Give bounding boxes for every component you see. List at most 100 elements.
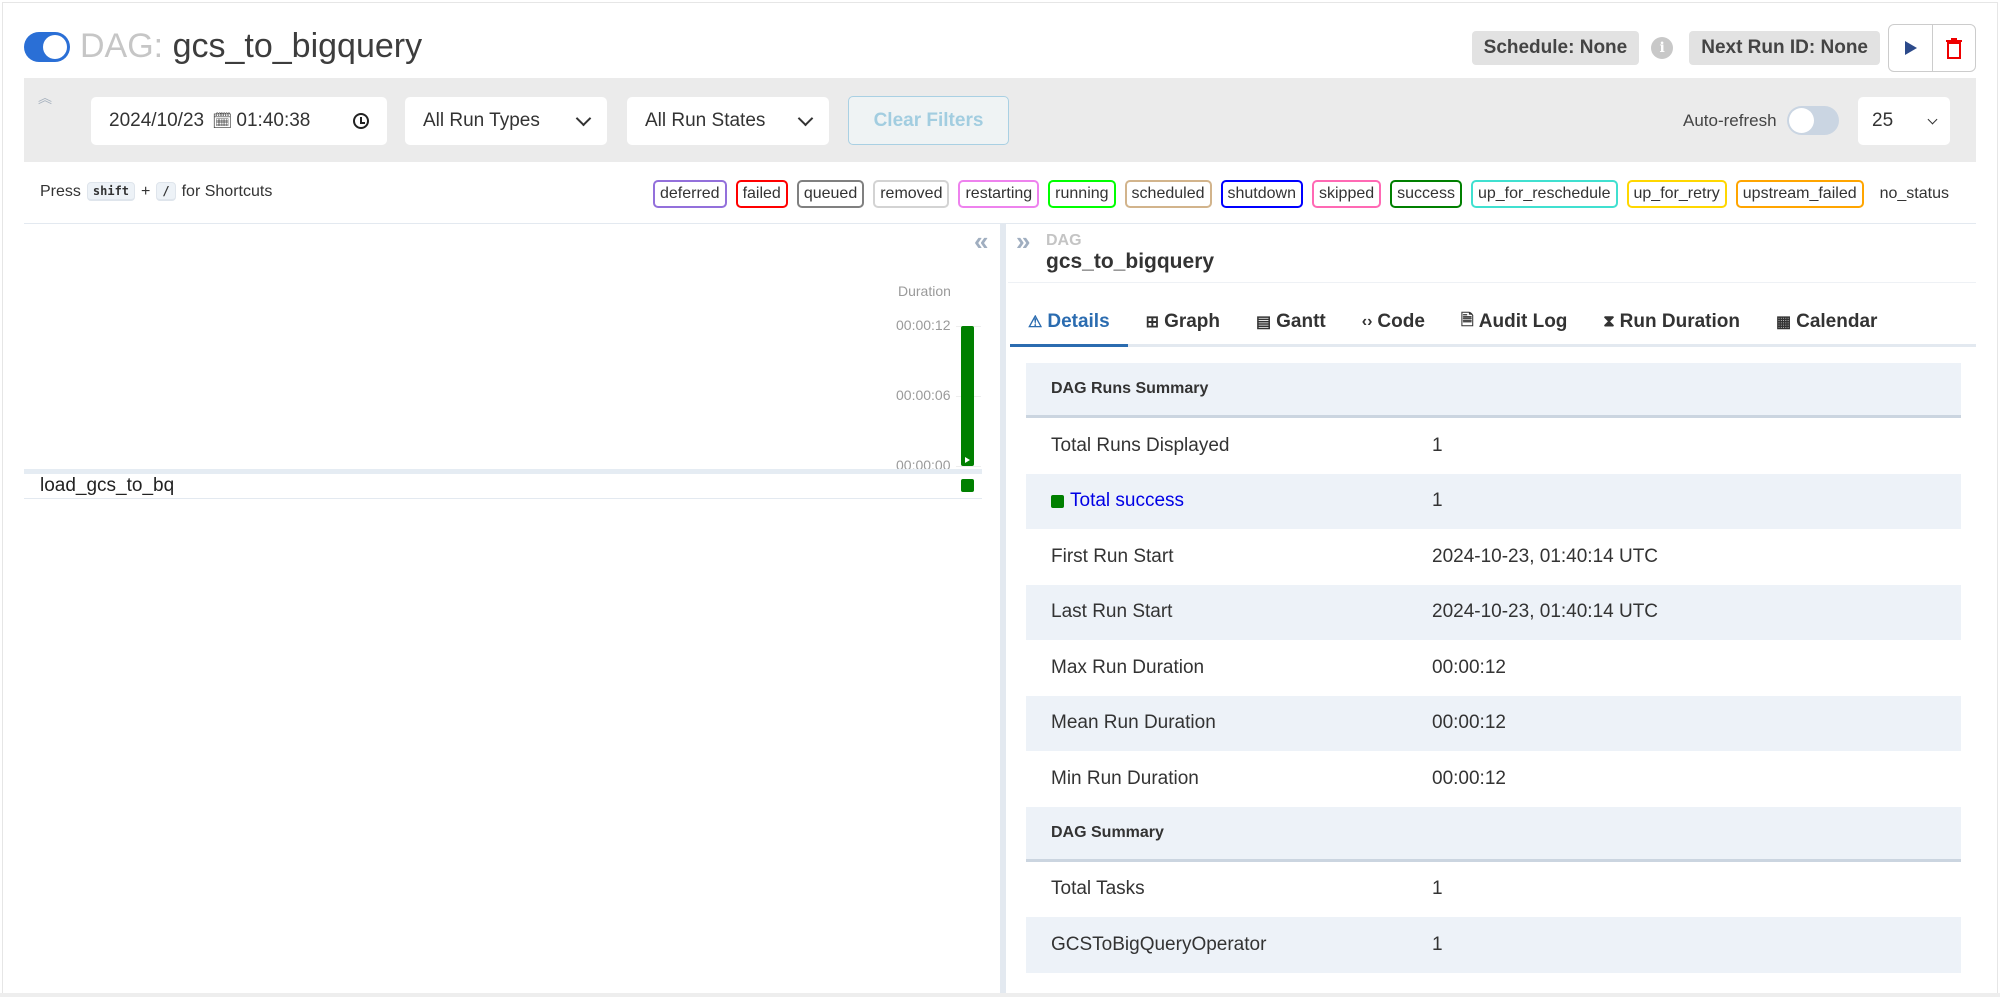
- run-states-select[interactable]: All Run States: [627, 97, 829, 145]
- shortcuts-press: Press: [40, 182, 81, 200]
- tab-run-duration[interactable]: ⧗ Run Duration: [1585, 300, 1758, 344]
- shortcuts-plus: +: [141, 182, 151, 200]
- details-tabs: ⚠ Details ⊞ Graph ▤ Gantt ‹› Code 🗎 Audit Log ⧗ Run…: [1010, 300, 1976, 347]
- tab-label: Calendar: [1796, 311, 1878, 332]
- table-row: Total success 1: [1026, 473, 1961, 529]
- toggle-knob: [1789, 108, 1814, 133]
- play-icon: [1904, 41, 1917, 55]
- legend-state-scheduled[interactable]: scheduled: [1124, 180, 1212, 208]
- dag-action-buttons: [1888, 24, 1976, 72]
- legend-state-deferred[interactable]: deferred: [652, 180, 727, 208]
- row-value: 1: [1432, 490, 1443, 512]
- calendar-icon[interactable]: 🗓: [212, 111, 232, 131]
- duration-tick-label: 00:00:12: [896, 317, 951, 333]
- row-key: Min Run Duration: [1051, 767, 1199, 789]
- table-row: Last Run Start 2024-10-23, 01:40:14 UTC: [1026, 584, 1961, 640]
- legend-state-no-status[interactable]: no_status: [1873, 180, 1956, 208]
- grid-separator: [24, 469, 982, 474]
- clear-filters-button[interactable]: Clear Filters: [848, 96, 1009, 145]
- row-key: Total Runs Displayed: [1051, 434, 1230, 456]
- dag-id: gcs_to_bigquery: [172, 27, 423, 65]
- tab-code[interactable]: ‹› Code: [1344, 300, 1443, 344]
- audit-log-icon: 🗎: [1460, 311, 1474, 329]
- dag-run-bar[interactable]: [961, 326, 974, 466]
- delete-dag-button[interactable]: [1932, 25, 1975, 71]
- legend-state-shutdown[interactable]: shutdown: [1220, 180, 1303, 208]
- trigger-dag-button[interactable]: [1889, 25, 1932, 71]
- success-square-icon: [1051, 494, 1064, 508]
- duration-axis-label: Duration: [898, 283, 951, 299]
- row-key[interactable]: Total success: [1026, 490, 1432, 512]
- info-icon[interactable]: i: [1651, 37, 1674, 59]
- row-value: 00:00:12: [1432, 767, 1506, 789]
- code-icon: ‹›: [1361, 313, 1373, 330]
- page-title: DAG: gcs_to_bigquery: [80, 24, 422, 68]
- dag-pause-toggle[interactable]: [24, 32, 70, 62]
- table-row: Total Runs Displayed 1: [1026, 418, 1961, 474]
- tab-label: Audit Log: [1478, 311, 1568, 332]
- shortcuts-suffix: for Shortcuts: [181, 182, 273, 200]
- run-duration-icon: ⧗: [1603, 313, 1615, 330]
- total-success-link[interactable]: Total success: [1070, 490, 1184, 512]
- legend-state-upstream-failed[interactable]: upstream_failed: [1735, 180, 1864, 208]
- shift-key: shift: [86, 182, 136, 201]
- row-value: 1: [1432, 434, 1443, 456]
- row-value: 1: [1432, 933, 1443, 955]
- legend-state-running[interactable]: running: [1048, 180, 1116, 208]
- bottom-border: [0, 993, 2000, 997]
- shortcuts-hint: Press shift + / for Shortcuts: [40, 182, 272, 201]
- graph-icon: ⊞: [1145, 314, 1160, 331]
- breadcrumb-dag-id[interactable]: gcs_to_bigquery: [1046, 250, 1214, 274]
- slash-key: /: [156, 182, 176, 201]
- row-key: Last Run Start: [1051, 601, 1173, 623]
- row-key: Total Tasks: [1051, 878, 1145, 900]
- collapse-grid-icon[interactable]: «: [974, 226, 988, 257]
- tab-calendar[interactable]: ▦ Calendar: [1758, 300, 1895, 344]
- num-runs-value: 25: [1872, 110, 1894, 131]
- time-value: 01:40:38: [236, 110, 311, 131]
- row-key: First Run Start: [1051, 545, 1174, 567]
- tab-graph[interactable]: ⊞ Graph: [1128, 300, 1238, 344]
- section-title: DAG Summary: [1051, 823, 1164, 841]
- table-row: GCSToBigQueryOperator 1: [1026, 917, 1961, 973]
- legend-state-restarting[interactable]: restarting: [958, 180, 1040, 208]
- legend-state-up-for-retry[interactable]: up_for_retry: [1626, 180, 1727, 208]
- run-types-value: All Run Types: [423, 110, 540, 131]
- legend-state-success[interactable]: success: [1390, 180, 1462, 208]
- row-key: GCSToBigQueryOperator: [1051, 933, 1267, 955]
- row-value: 2024-10-23, 01:40:14 UTC: [1432, 545, 1659, 567]
- auto-refresh-toggle[interactable]: [1787, 106, 1839, 135]
- legend-state-failed[interactable]: failed: [735, 180, 788, 208]
- tab-details[interactable]: ⚠ Details: [1010, 300, 1128, 347]
- auto-refresh-label: Auto-refresh: [1683, 111, 1777, 130]
- panel-resize-handle[interactable]: [1000, 224, 1006, 997]
- collapse-filters-icon[interactable]: ︽: [38, 88, 52, 108]
- row-value: 00:00:12: [1432, 712, 1506, 734]
- num-runs-select[interactable]: 25: [1858, 97, 1950, 145]
- tab-gantt[interactable]: ▤ Gantt: [1238, 300, 1344, 344]
- duration-tick-label: 00:00:06: [896, 387, 951, 403]
- next-run-badge: Next Run ID: None: [1689, 31, 1880, 65]
- legend-state-up-for-reschedule[interactable]: up_for_reschedule: [1470, 180, 1618, 208]
- legend-state-removed[interactable]: removed: [873, 180, 950, 208]
- legend-state-skipped[interactable]: skipped: [1312, 180, 1382, 208]
- trash-icon: [1946, 38, 1962, 59]
- legend-state-queued[interactable]: queued: [796, 180, 865, 208]
- toggle-knob: [43, 35, 67, 59]
- row-value: 00:00:12: [1432, 656, 1506, 678]
- row-value: 2024-10-23, 01:40:14 UTC: [1432, 601, 1659, 623]
- task-instance-cell[interactable]: [961, 479, 974, 492]
- clock-icon[interactable]: [353, 113, 369, 129]
- state-legend: deferred failed queued removed restarting run…: [652, 180, 1956, 208]
- run-types-select[interactable]: All Run Types: [405, 97, 607, 145]
- tab-audit-log[interactable]: 🗎 Audit Log: [1443, 300, 1586, 344]
- details-icon: ⚠: [1028, 314, 1043, 331]
- manual-run-icon: [965, 457, 970, 463]
- details-table: DAG Runs Summary Total Runs Displayed 1 Tot…: [1026, 363, 1961, 973]
- chevron-down-icon: [797, 110, 814, 126]
- table-row: Min Run Duration 00:00:12: [1026, 751, 1961, 807]
- task-label[interactable]: load_gcs_to_bq: [40, 475, 174, 497]
- base-date-input[interactable]: 2024/10/23 🗓 01:40:38: [91, 97, 387, 145]
- tab-label: Code: [1377, 311, 1425, 332]
- expand-details-icon[interactable]: »: [1016, 226, 1030, 257]
